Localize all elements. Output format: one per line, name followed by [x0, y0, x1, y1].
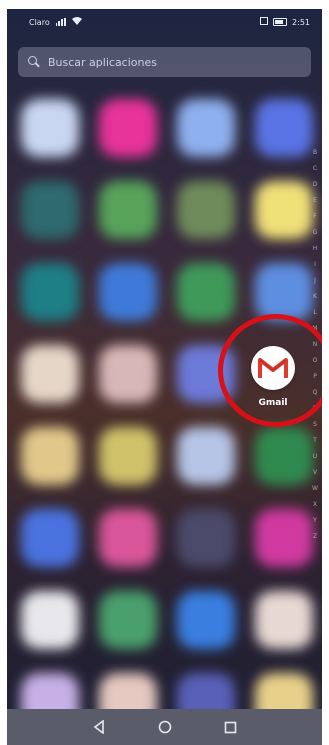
app-icon[interactable] — [177, 427, 235, 485]
index-letter[interactable]: I — [314, 261, 316, 268]
index-letter[interactable]: K — [313, 293, 317, 300]
app-search-bar[interactable]: Buscar aplicaciones — [18, 47, 311, 77]
gmail-app-label: Gmail — [258, 398, 288, 408]
index-letter[interactable]: W — [312, 485, 318, 492]
clock: 2:51 — [292, 17, 310, 27]
app-icon[interactable] — [99, 591, 157, 649]
notification-icon — [260, 17, 269, 27]
index-letter[interactable]: F — [313, 213, 316, 220]
app-icon[interactable] — [177, 591, 235, 649]
app-icon[interactable] — [21, 591, 79, 649]
home-button[interactable] — [158, 720, 172, 734]
app-icon[interactable] — [177, 99, 235, 157]
app-icon[interactable] — [99, 427, 157, 485]
status-bar: Claro 2:51 — [7, 9, 322, 35]
app-icon[interactable] — [21, 427, 79, 485]
app-icon[interactable] — [255, 181, 313, 239]
home-icon — [158, 720, 171, 734]
gmail-icon — [258, 358, 288, 378]
app-icon[interactable] — [21, 345, 79, 403]
app-icon[interactable] — [21, 263, 79, 321]
app-icon[interactable] — [255, 427, 313, 485]
index-letter[interactable]: J — [314, 277, 316, 284]
index-letter[interactable]: D — [313, 181, 318, 188]
app-icon[interactable] — [177, 509, 235, 567]
wifi-icon — [71, 17, 82, 27]
signal-icon — [55, 18, 66, 26]
app-icon[interactable] — [21, 99, 79, 157]
index-letter[interactable]: T — [313, 437, 317, 444]
index-letter[interactable]: H — [313, 245, 318, 252]
gmail-app-icon[interactable] — [251, 346, 295, 390]
status-right: 2:51 — [260, 17, 310, 27]
app-icon[interactable] — [99, 181, 157, 239]
index-letter[interactable]: Z — [313, 533, 317, 540]
back-icon — [93, 720, 104, 734]
battery-icon — [273, 18, 288, 26]
app-icon[interactable] — [255, 99, 313, 157]
carrier-label: Claro — [29, 17, 50, 27]
app-icon[interactable] — [255, 591, 313, 649]
recents-icon — [224, 721, 237, 733]
app-icon[interactable] — [99, 345, 157, 403]
index-letter[interactable]: U — [313, 453, 317, 460]
index-letter[interactable]: E — [313, 197, 317, 204]
index-letter[interactable]: B — [313, 149, 317, 156]
app-icon[interactable] — [255, 509, 313, 567]
search-icon — [28, 56, 40, 68]
index-letter[interactable]: G — [313, 229, 318, 236]
app-icon[interactable] — [177, 181, 235, 239]
app-icon[interactable] — [177, 263, 235, 321]
back-button[interactable] — [92, 720, 106, 734]
app-icon[interactable] — [21, 181, 79, 239]
gmail-highlight: Gmail — [218, 314, 322, 427]
app-icon[interactable] — [21, 509, 79, 567]
app-icon[interactable] — [99, 509, 157, 567]
index-letter[interactable]: Y — [313, 517, 317, 524]
app-icon[interactable] — [255, 263, 313, 321]
phone-screen: Claro 2:51 Buscar aplicaciones B C D E F… — [7, 9, 322, 745]
app-icon[interactable] — [99, 263, 157, 321]
status-left: Claro — [29, 17, 82, 27]
index-letter[interactable]: V — [313, 469, 317, 476]
recents-button[interactable] — [224, 720, 238, 734]
index-letter[interactable]: X — [313, 501, 317, 508]
search-placeholder: Buscar aplicaciones — [48, 55, 157, 69]
app-icon[interactable] — [99, 99, 157, 157]
navigation-bar — [7, 709, 322, 745]
index-letter[interactable]: C — [313, 165, 317, 172]
